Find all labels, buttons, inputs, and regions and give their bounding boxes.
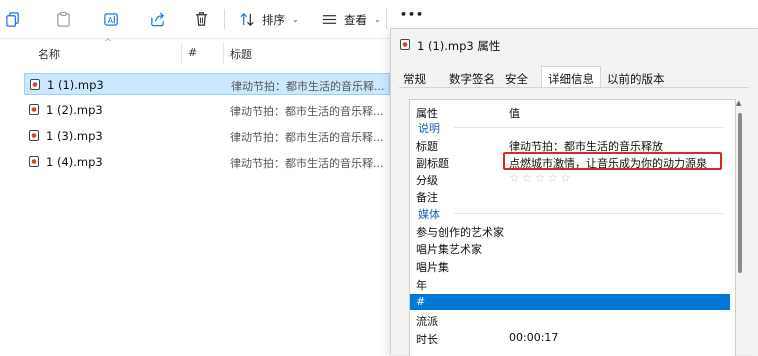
group-header-description: 说明 [410, 119, 730, 135]
property-name: 备注 [416, 191, 438, 204]
audio-file-icon [29, 156, 39, 167]
audio-file-icon [400, 39, 410, 50]
chevron-down-icon: ⌄ [292, 15, 299, 24]
audio-file-icon [30, 79, 40, 90]
tab-general[interactable]: 常规 [403, 71, 426, 87]
file-name: 1 (1).mp3 [47, 78, 104, 92]
column-header-name[interactable]: 名称 [38, 46, 60, 68]
view-icon[interactable] [318, 8, 340, 30]
sort-button[interactable]: 排序 [262, 12, 285, 28]
property-name: # [416, 295, 426, 308]
svg-text:A: A [107, 15, 113, 24]
property-name: 年 [416, 279, 427, 292]
file-title: 律动节拍：都市生活的音乐释... [230, 131, 384, 144]
group-header-media: 媒体 [410, 205, 730, 221]
group-label: 说明 [418, 122, 440, 135]
property-name: 时长 [416, 333, 438, 346]
property-name: 副标题 [416, 157, 449, 170]
scrollbar-thumb[interactable] [738, 113, 742, 273]
tab-details[interactable]: 详细信息 [541, 66, 601, 88]
file-row[interactable]: 1 (1).mp3 律动节拍：都市生活的音乐释... [24, 73, 390, 95]
share-icon[interactable] [146, 8, 168, 30]
dialog-title: 1 (1).mp3 属性 [417, 39, 501, 53]
chevron-down-icon: ⌄ [374, 15, 381, 24]
sort-ascending-icon: ^ [104, 38, 112, 48]
property-row-title[interactable]: 标题 律动节拍：都市生活的音乐释放 [410, 137, 730, 153]
copy-icon[interactable] [2, 8, 24, 30]
tab-divider [399, 87, 749, 88]
property-row-album-artist[interactable]: 唱片集艺术家 [410, 240, 730, 256]
file-title: 律动节拍：都市生活的音乐释... [230, 105, 384, 118]
file-title: 律动节拍：都市生活的音乐释... [230, 157, 384, 170]
column-divider[interactable] [223, 42, 224, 64]
audio-file-icon [29, 104, 39, 115]
property-row-rating[interactable]: 分级 ☆☆☆☆☆ [410, 171, 730, 187]
column-header-title[interactable]: 标题 [230, 46, 252, 68]
file-name: 1 (2).mp3 [46, 103, 103, 117]
sort-icon[interactable] [236, 8, 258, 30]
group-label: 媒体 [418, 208, 440, 221]
file-row[interactable]: 1 (3).mp3 律动节拍：都市生活的音乐释... [24, 125, 390, 147]
property-row-year[interactable]: 年 [410, 276, 730, 292]
property-name: 标题 [416, 140, 438, 153]
group-divider [454, 213, 724, 214]
star-icon[interactable]: ☆ [547, 171, 560, 185]
paste-icon[interactable] [52, 8, 74, 30]
tab-digital-signatures[interactable]: 数字签名 [449, 71, 495, 87]
toolbar-divider [224, 9, 225, 29]
property-row-track-number[interactable]: # [410, 294, 730, 310]
file-row[interactable]: 1 (2).mp3 律动节拍：都市生活的音乐释... [24, 99, 390, 121]
more-options-button[interactable]: ••• [400, 8, 424, 21]
details-header-row: 属性 值 [410, 104, 730, 120]
file-name: 1 (3).mp3 [46, 129, 103, 143]
star-icon[interactable]: ☆ [522, 171, 535, 185]
tab-security[interactable]: 安全 [505, 71, 528, 87]
properties-dialog: 1 (1).mp3 属性 常规 数字签名 安全 详细信息 以前的版本 属性 值 … [390, 28, 758, 356]
property-row-comments[interactable]: 备注 [410, 188, 730, 204]
view-button[interactable]: 查看 [344, 12, 367, 28]
column-divider[interactable] [181, 42, 182, 64]
star-icon[interactable]: ☆ [560, 171, 573, 185]
details-list[interactable]: 属性 值 说明 标题 律动节拍：都市生活的音乐释放 副标题 点燃城市激情，让音乐… [409, 99, 736, 356]
property-row-length[interactable]: 时长 00:00:17 [410, 330, 730, 346]
file-title: 律动节拍：都市生活的音乐释... [231, 80, 385, 93]
property-row-genre[interactable]: 流派 [410, 312, 730, 328]
rating-stars[interactable]: ☆☆☆☆☆ [509, 171, 573, 185]
file-name: 1 (4).mp3 [46, 155, 103, 169]
star-icon[interactable]: ☆ [535, 171, 548, 185]
rename-icon[interactable]: A [100, 8, 122, 30]
property-value[interactable]: 00:00:17 [509, 331, 558, 344]
vertical-scrollbar[interactable]: ▲ [735, 99, 745, 355]
scroll-up-arrow-icon[interactable]: ▲ [736, 99, 741, 107]
audio-file-icon [29, 130, 39, 141]
delete-icon[interactable] [190, 8, 212, 30]
property-name: 唱片集 [416, 261, 449, 274]
group-divider [454, 127, 724, 128]
highlight-annotation-box [503, 152, 722, 170]
property-name: 唱片集艺术家 [416, 243, 482, 256]
file-row[interactable]: 1 (4).mp3 律动节拍：都市生活的音乐释... [24, 151, 390, 173]
star-icon[interactable]: ☆ [509, 171, 522, 185]
tab-previous-versions[interactable]: 以前的版本 [607, 71, 665, 87]
column-header-number[interactable]: # [188, 46, 197, 68]
toolbar-divider [386, 9, 387, 29]
property-name: 分级 [416, 174, 438, 187]
property-name: 流派 [416, 315, 438, 328]
property-row-contributing-artists[interactable]: 参与创作的艺术家 [410, 223, 730, 239]
property-row-album[interactable]: 唱片集 [410, 258, 730, 274]
property-name: 参与创作的艺术家 [416, 226, 504, 239]
